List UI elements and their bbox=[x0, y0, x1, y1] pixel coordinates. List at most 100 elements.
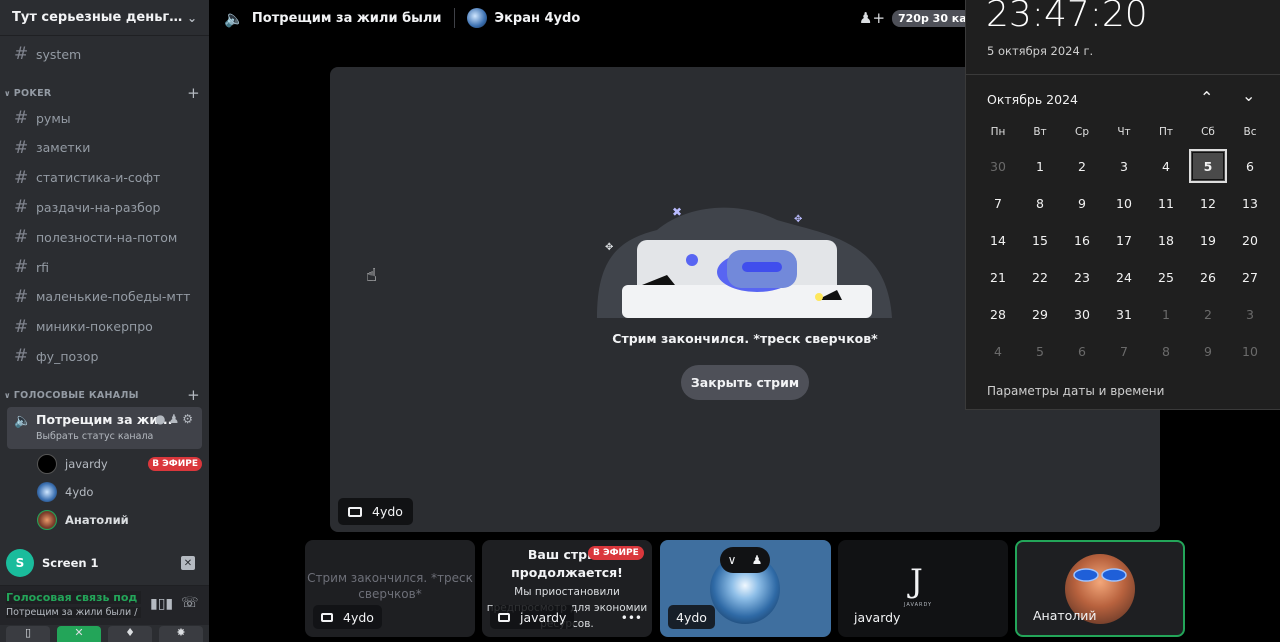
calendar-day-today[interactable]: 5 bbox=[1189, 149, 1227, 183]
gear-icon[interactable]: ⚙ bbox=[182, 412, 196, 426]
calendar-day[interactable]: 28 bbox=[979, 297, 1017, 331]
calendar-day[interactable]: 10 bbox=[1105, 186, 1143, 220]
calendar-day[interactable]: 9 bbox=[1063, 186, 1101, 220]
calendar-day[interactable]: 15 bbox=[1021, 223, 1059, 257]
noise-suppression-icon[interactable]: ▮▯▮ bbox=[150, 596, 173, 612]
channel-item[interactable]: # фу_позор bbox=[8, 343, 200, 369]
calendar-day[interactable]: 10 bbox=[1231, 334, 1269, 368]
calendar-day[interactable]: 8 bbox=[1147, 334, 1185, 368]
calendar-day[interactable]: 31 bbox=[1105, 297, 1143, 331]
screen-title: Экран 4ydo bbox=[494, 10, 581, 26]
disconnect-icon[interactable]: ☏ bbox=[181, 595, 199, 611]
voice-connection-channel[interactable]: Потрещим за жили были / ... bbox=[6, 607, 141, 618]
calendar-day[interactable]: 26 bbox=[1189, 260, 1227, 294]
channel-item[interactable]: # полезности-на-потом bbox=[8, 224, 200, 250]
calendar-day[interactable]: 4 bbox=[1147, 149, 1185, 183]
participant-tile-4ydo-stream[interactable]: Стрим закончился. *треск сверчков* 4ydo bbox=[305, 540, 475, 637]
channel-item[interactable]: # миники-покерпро bbox=[8, 314, 200, 340]
calendar-day[interactable]: 30 bbox=[979, 149, 1017, 183]
tile-actions[interactable]: ∨ ♟ bbox=[720, 547, 770, 573]
calendar-day[interactable]: 30 bbox=[1063, 297, 1101, 331]
stop-share-button[interactable]: ✕ bbox=[57, 626, 101, 642]
calendar-day[interactable]: 5 bbox=[1021, 334, 1059, 368]
calendar-month[interactable]: Октябрь 2024 bbox=[987, 92, 1078, 107]
divider bbox=[453, 8, 455, 28]
calendar-day[interactable]: 23 bbox=[1063, 260, 1101, 294]
chevron-down-icon[interactable]: ⌄ bbox=[1242, 86, 1255, 105]
channel-system[interactable]: # system bbox=[8, 41, 200, 67]
calendar-day[interactable]: 1 bbox=[1021, 149, 1059, 183]
svg-text:✥: ✥ bbox=[605, 242, 613, 253]
calendar-day[interactable]: 20 bbox=[1231, 223, 1269, 257]
channel-item[interactable]: # маленькие-победы-мтт bbox=[8, 284, 200, 310]
participant-tile-javardy[interactable]: J JAVARDY javardy bbox=[838, 540, 1008, 637]
calendar-day[interactable]: 19 bbox=[1189, 223, 1227, 257]
calendar-day[interactable]: 21 bbox=[979, 260, 1017, 294]
category-voice[interactable]: ∨ ГОЛОСОВЫЕ КАНАЛЫ + bbox=[4, 386, 200, 404]
chevron-up-icon[interactable]: ⌃ bbox=[1200, 88, 1213, 107]
calendar-day[interactable]: 11 bbox=[1147, 186, 1185, 220]
camera-off-button[interactable]: ▯ bbox=[6, 626, 50, 642]
soundboard-button[interactable]: ✸ bbox=[159, 626, 203, 642]
calendar-day[interactable]: 4 bbox=[979, 334, 1017, 368]
calendar-day[interactable]: 7 bbox=[979, 186, 1017, 220]
voice-channel-status[interactable]: Выбрать статус канала bbox=[36, 431, 153, 442]
calendar-day[interactable]: 16 bbox=[1063, 223, 1101, 257]
channel-item[interactable]: # раздачи-на-разбор bbox=[8, 194, 200, 220]
calendar-day[interactable]: 17 bbox=[1105, 223, 1143, 257]
voice-user-anatoly[interactable]: Анатолий bbox=[37, 509, 202, 531]
voice-connection-status[interactable]: Голосовая связь под bbox=[6, 591, 141, 604]
calendar-day[interactable]: 29 bbox=[1021, 297, 1059, 331]
calendar-day[interactable]: 9 bbox=[1189, 334, 1227, 368]
channel-item[interactable]: # rfi bbox=[8, 254, 200, 280]
screen-share-panel[interactable]: S Screen 1 ✕ bbox=[0, 545, 209, 581]
calendar-day[interactable]: 18 bbox=[1147, 223, 1185, 257]
server-header[interactable]: Тут серьезные деньги д... ⌄ bbox=[0, 0, 209, 36]
participant-tile-4ydo[interactable]: ∨ ♟ 4ydo bbox=[660, 540, 831, 637]
calendar-day[interactable]: 6 bbox=[1231, 149, 1269, 183]
voice-user-javardy[interactable]: javardy В ЭФИРЕ bbox=[37, 453, 202, 475]
voice-user-4ydo[interactable]: 4ydo bbox=[37, 481, 202, 503]
more-icon[interactable]: ••• bbox=[621, 611, 642, 625]
close-stream-button[interactable]: Закрыть стрим bbox=[681, 365, 809, 400]
calendar-day[interactable]: 2 bbox=[1063, 149, 1101, 183]
users-icon[interactable]: ♟ bbox=[752, 553, 763, 567]
calendar-day[interactable]: 24 bbox=[1105, 260, 1143, 294]
calendar-day[interactable]: 7 bbox=[1105, 334, 1143, 368]
add-user-icon[interactable]: ♟+ bbox=[859, 9, 885, 27]
calendar-day[interactable]: 6 bbox=[1063, 334, 1101, 368]
calendar-day[interactable]: 13 bbox=[1231, 186, 1269, 220]
calendar-day[interactable]: 22 bbox=[1021, 260, 1059, 294]
activity-button[interactable]: ♦ bbox=[108, 626, 152, 642]
participant-tile-anatoly[interactable]: Анатолий bbox=[1015, 540, 1185, 637]
calendar-day[interactable]: 1 bbox=[1147, 297, 1185, 331]
hash-icon: # bbox=[14, 44, 29, 64]
voice-channel-actions[interactable]: ●♟⚙ bbox=[155, 412, 196, 426]
clock-date[interactable]: 5 октября 2024 г. bbox=[987, 44, 1093, 58]
close-icon[interactable]: ✕ bbox=[181, 556, 195, 570]
add-channel-icon[interactable]: + bbox=[187, 386, 200, 404]
calendar-day[interactable]: 25 bbox=[1147, 260, 1185, 294]
category-poker[interactable]: ∨ POKER + bbox=[4, 84, 200, 102]
chevron-down-icon: ∨ bbox=[4, 88, 11, 98]
calendar-day[interactable]: 2 bbox=[1189, 297, 1227, 331]
calendar-day[interactable]: 14 bbox=[979, 223, 1017, 257]
calendar-day[interactable]: 8 bbox=[1021, 186, 1059, 220]
add-user-icon[interactable]: ♟ bbox=[168, 412, 182, 426]
weekday-label: Ср bbox=[1075, 126, 1089, 138]
clock-time: 23:47:20 bbox=[986, 0, 1148, 35]
date-time-settings-link[interactable]: Параметры даты и времени bbox=[987, 384, 1164, 398]
calendar-day[interactable]: 12 bbox=[1189, 186, 1227, 220]
channel-item[interactable]: # румы bbox=[8, 105, 200, 131]
channel-label: system bbox=[36, 46, 82, 62]
calendar-day[interactable]: 27 bbox=[1231, 260, 1269, 294]
voice-channel-active[interactable]: 🔈 Потрещим за жи... Выбрать статус канал… bbox=[7, 407, 202, 449]
calendar-day[interactable]: 3 bbox=[1105, 149, 1143, 183]
calendar-day[interactable]: 3 bbox=[1231, 297, 1269, 331]
channel-item[interactable]: # заметки bbox=[8, 135, 200, 161]
chat-icon[interactable]: ● bbox=[155, 412, 168, 426]
add-channel-icon[interactable]: + bbox=[187, 84, 200, 102]
participant-tile-javardy-stream[interactable]: Ваш стрим продолжается! В ЭФИРЕ Мы приос… bbox=[482, 540, 652, 637]
channel-item[interactable]: # статистика-и-софт bbox=[8, 165, 200, 191]
chevron-down-icon[interactable]: ∨ bbox=[728, 553, 737, 567]
